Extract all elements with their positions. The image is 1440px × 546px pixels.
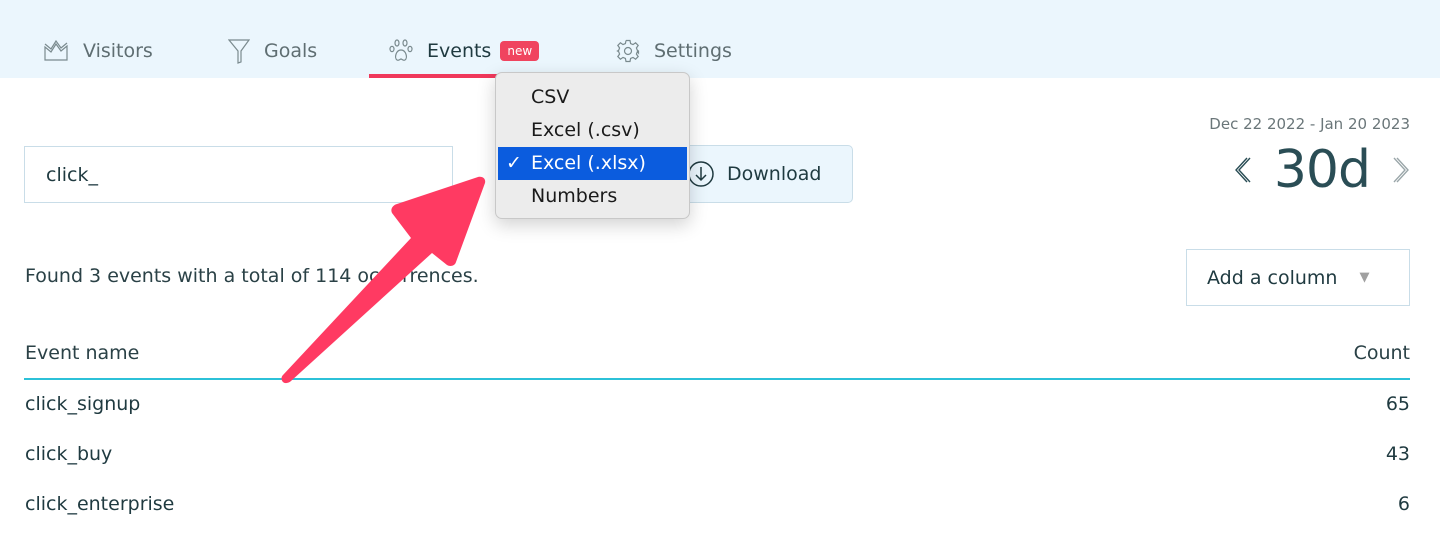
table-row[interactable]: click_buy 43 <box>24 443 1410 473</box>
menu-item-label: Excel (.xlsx) <box>531 152 646 174</box>
header-divider <box>24 378 1410 380</box>
download-label: Download <box>727 163 822 185</box>
table-row[interactable]: click_enterprise 6 <box>24 493 1410 523</box>
event-name: click_signup <box>25 393 141 415</box>
tab-settings[interactable]: Settings <box>616 36 732 66</box>
tab-events[interactable]: Events new <box>389 36 540 66</box>
period-selector: 30d <box>1234 140 1410 200</box>
menu-item-numbers[interactable]: Numbers <box>498 180 687 213</box>
chevron-left-icon[interactable] <box>1234 155 1254 185</box>
format-dropdown-menu: CSV Excel (.csv) ✓ Excel (.xlsx) Numbers <box>495 72 690 219</box>
column-header-count[interactable]: Count <box>1354 342 1410 364</box>
chevron-right-icon[interactable] <box>1390 155 1410 185</box>
event-search-input[interactable]: click_ <box>24 146 453 203</box>
add-column-dropdown[interactable]: Add a column ▼ <box>1186 249 1410 306</box>
menu-item-label: CSV <box>531 86 570 108</box>
tab-label: Events <box>427 40 492 62</box>
checkmark-icon: ✓ <box>506 152 522 174</box>
new-badge: new <box>500 41 540 61</box>
top-navigation: Visitors Goals Events new Settings <box>0 0 1440 78</box>
menu-item-excel-csv[interactable]: Excel (.csv) <box>498 114 687 147</box>
column-header-event-name[interactable]: Event name <box>25 342 139 364</box>
add-column-label: Add a column <box>1207 266 1338 289</box>
tab-label: Goals <box>264 40 318 62</box>
table-row[interactable]: click_signup 65 <box>24 393 1410 423</box>
period-value: 30d <box>1273 140 1371 200</box>
menu-item-excel-xlsx[interactable]: ✓ Excel (.xlsx) <box>498 147 687 180</box>
chart-area-icon <box>44 40 68 61</box>
menu-item-label: Numbers <box>531 185 618 207</box>
event-count: 6 <box>1397 493 1410 515</box>
tab-visitors[interactable]: Visitors <box>43 36 153 66</box>
date-range: Dec 22 2022 - Jan 20 2023 <box>1209 115 1410 133</box>
search-value: click_ <box>46 163 98 186</box>
tab-label: Visitors <box>83 40 153 62</box>
funnel-icon <box>228 39 250 64</box>
gear-icon <box>616 39 640 63</box>
caret-down-icon: ▼ <box>1359 270 1370 285</box>
event-count: 65 <box>1385 393 1410 415</box>
event-name: click_buy <box>25 443 113 465</box>
event-name: click_enterprise <box>25 493 175 515</box>
tab-label: Settings <box>654 40 732 62</box>
menu-item-label: Excel (.csv) <box>531 119 640 141</box>
paw-icon <box>389 39 413 61</box>
menu-item-csv[interactable]: CSV <box>498 81 687 114</box>
event-count: 43 <box>1385 443 1410 465</box>
results-summary: Found 3 events with a total of 114 occur… <box>25 265 479 287</box>
download-icon <box>688 161 714 187</box>
tab-goals[interactable]: Goals <box>228 36 317 66</box>
